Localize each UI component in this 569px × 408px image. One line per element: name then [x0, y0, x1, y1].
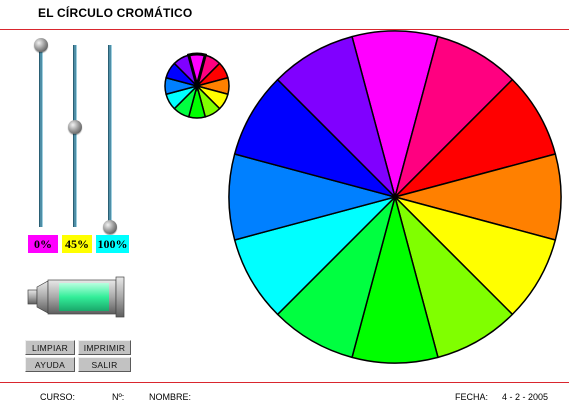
fecha-label: FECHA: — [455, 392, 489, 402]
imprimir-button[interactable]: IMPRIMIR — [78, 340, 131, 355]
bottom-divider — [0, 382, 569, 383]
nombre-label: NOMBRE: — [149, 392, 192, 402]
slider-track-cyan[interactable] — [108, 45, 112, 227]
slider-knob-yellow[interactable] — [68, 119, 82, 134]
limpiar-button[interactable]: LIMPIAR — [25, 340, 75, 355]
yellow-percent: 45% — [62, 235, 92, 253]
page-title: EL CÍRCULO CROMÁTICO — [38, 6, 193, 20]
mixed-color-swatch — [59, 283, 109, 311]
slider-track-yellow[interactable] — [73, 45, 77, 227]
curso-label: CURSO: — [40, 392, 76, 402]
slider-knob-cyan[interactable] — [103, 220, 117, 234]
fecha-value: 4 - 2 - 2005 — [502, 392, 549, 402]
magenta-percent: 0% — [28, 235, 58, 253]
small-color-wheel[interactable] — [161, 50, 233, 122]
cyan-percent: 100% — [96, 235, 129, 253]
slider-knob-magenta[interactable] — [34, 38, 48, 52]
numero-label: Nº: — [112, 392, 125, 402]
paint-tube-icon — [27, 276, 125, 318]
salir-button[interactable]: SALIR — [78, 357, 131, 372]
ayuda-button[interactable]: AYUDA — [25, 357, 75, 372]
big-color-wheel[interactable] — [226, 29, 569, 367]
slider-track-magenta[interactable] — [39, 45, 43, 227]
